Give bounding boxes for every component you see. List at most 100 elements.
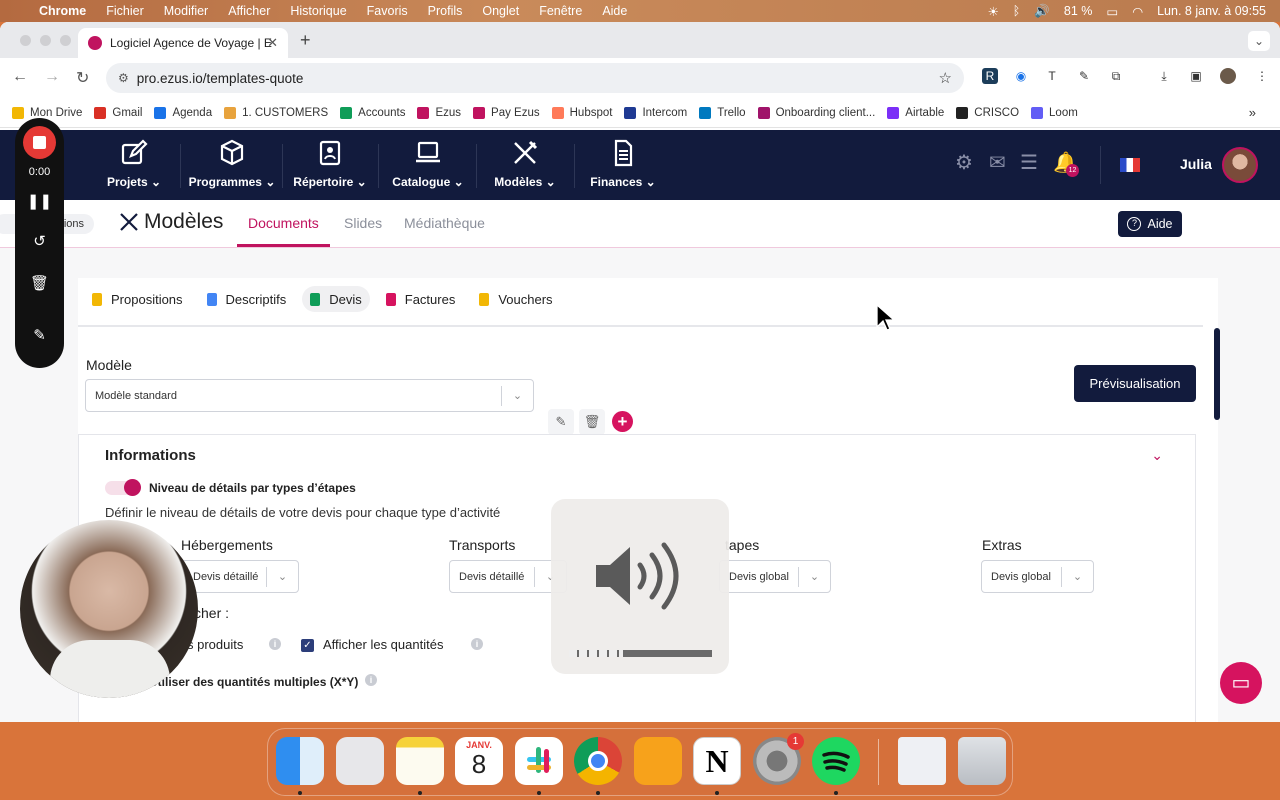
bookmark-item[interactable]: Onboarding client...: [757, 106, 875, 119]
restart-icon[interactable]: ↺: [15, 232, 64, 250]
menu-item[interactable]: Historique: [290, 4, 346, 18]
quantities-checkbox[interactable]: ✓: [301, 639, 314, 652]
mail-icon[interactable]: ✉: [989, 150, 1006, 175]
tab-mediatheque[interactable]: Médiathèque: [404, 215, 485, 231]
menu-item[interactable]: Profils: [428, 4, 463, 18]
scrollbar[interactable]: [1214, 328, 1220, 420]
doc-tab[interactable]: Factures: [378, 286, 464, 312]
menu-item[interactable]: Onglet: [482, 4, 519, 18]
bookmark-item[interactable]: CRISCO: [956, 106, 1019, 119]
doc-tab[interactable]: Vouchers: [471, 286, 560, 312]
bookmark-item[interactable]: Ezus: [417, 106, 461, 119]
download-icon[interactable]: ⤓: [1156, 68, 1172, 84]
volume-icon[interactable]: 🔊: [1034, 4, 1050, 19]
back-icon[interactable]: ←: [12, 68, 28, 86]
nav-repertoire[interactable]: Répertoire ⌄: [292, 138, 368, 189]
menu-item[interactable]: Fichier: [106, 4, 144, 18]
bookmark-item[interactable]: Gmail: [94, 106, 142, 119]
details-toggle[interactable]: [105, 479, 141, 496]
url-text[interactable]: pro.ezus.io/templates-quote: [137, 71, 304, 86]
extensions-puzzle-icon[interactable]: ⧉: [1108, 68, 1124, 84]
finder-icon[interactable]: [276, 737, 324, 785]
extension-icon[interactable]: R: [982, 68, 998, 84]
edit-model-button[interactable]: ✎: [548, 409, 574, 435]
add-model-button[interactable]: +: [612, 411, 633, 432]
extension-icon[interactable]: ◉: [1013, 68, 1029, 84]
clock[interactable]: Lun. 8 janv. à 09:55: [1157, 4, 1266, 18]
webcam-bubble[interactable]: [20, 520, 198, 698]
info-icon[interactable]: i: [471, 638, 483, 650]
brightness-icon[interactable]: ☀: [988, 4, 999, 19]
pages-icon[interactable]: [634, 737, 682, 785]
bookmark-item[interactable]: Accounts: [340, 106, 405, 119]
address-bar[interactable]: ⚙ pro.ezus.io/templates-quote ☆: [106, 63, 964, 93]
bluetooth-icon[interactable]: ᛒ: [1013, 4, 1021, 18]
menu-item[interactable]: Aide: [602, 4, 627, 18]
launchpad-icon[interactable]: [336, 737, 384, 785]
chrome-icon[interactable]: [574, 737, 622, 785]
trash-icon[interactable]: 🗑: [15, 274, 64, 292]
preview-button[interactable]: Prévisualisation: [1074, 365, 1196, 402]
profile-avatar[interactable]: [1220, 68, 1236, 84]
battery-icon[interactable]: ▭: [1106, 4, 1118, 19]
etapes-select[interactable]: Devis global ⌄: [719, 560, 831, 593]
reload-icon[interactable]: ↻: [76, 68, 89, 88]
french-flag-icon[interactable]: [1120, 158, 1140, 172]
nav-modeles[interactable]: Modèles ⌄: [490, 138, 560, 189]
hebergements-select[interactable]: Devis détaillé ⌄: [181, 560, 299, 593]
bookmark-item[interactable]: Airtable: [887, 106, 944, 119]
nav-programmes[interactable]: Programmes ⌄: [188, 138, 276, 189]
notes-icon[interactable]: [396, 737, 444, 785]
slack-icon[interactable]: [515, 737, 563, 785]
transports-select[interactable]: Devis détaillé ⌄: [449, 560, 567, 593]
tab-documents[interactable]: Documents: [237, 215, 330, 247]
sidepanel-icon[interactable]: ▣: [1188, 68, 1204, 84]
list-icon[interactable]: ☰: [1020, 150, 1038, 175]
doc-tab[interactable]: Devis: [302, 286, 370, 312]
bookmark-item[interactable]: Hubspot: [551, 106, 612, 119]
nav-finances[interactable]: Finances ⌄: [588, 138, 658, 189]
user-name[interactable]: Julia: [1180, 156, 1212, 172]
bookmark-item[interactable]: Pay Ezus: [473, 106, 540, 119]
bookmark-item[interactable]: Intercom: [624, 106, 687, 119]
more-bookmarks-icon[interactable]: »: [1249, 105, 1256, 120]
pause-icon[interactable]: ❚❚: [15, 192, 64, 210]
bookmark-item[interactable]: Trello: [699, 106, 746, 119]
bookmark-item[interactable]: 1. CUSTOMERS: [224, 106, 328, 119]
doc-tab[interactable]: Descriptifs: [199, 286, 295, 312]
new-tab-icon[interactable]: +: [300, 30, 311, 51]
collapse-chevron-icon[interactable]: ⌄: [1151, 447, 1163, 464]
pen-icon[interactable]: ✎: [15, 326, 64, 344]
bookmark-item[interactable]: Agenda: [154, 106, 212, 119]
stop-record-button[interactable]: [23, 126, 56, 159]
bookmark-star-icon[interactable]: ☆: [939, 69, 952, 87]
extension-icon[interactable]: T: [1044, 68, 1060, 84]
calendar-icon[interactable]: JANV. 8: [455, 737, 503, 785]
chat-support-button[interactable]: ▭: [1220, 662, 1262, 704]
bookmark-item[interactable]: Mon Drive: [12, 106, 82, 119]
menu-item[interactable]: Afficher: [228, 4, 270, 18]
menu-item[interactable]: Favoris: [367, 4, 408, 18]
user-avatar[interactable]: [1222, 147, 1258, 183]
zoom-window-button[interactable]: [60, 35, 71, 46]
bookmark-item[interactable]: Loom: [1031, 106, 1078, 119]
xlsx-file-icon[interactable]: [898, 737, 946, 785]
help-button[interactable]: ? Aide: [1118, 211, 1182, 237]
close-tab-icon[interactable]: ✕: [267, 35, 278, 51]
info-icon[interactable]: i: [365, 674, 377, 686]
menu-item[interactable]: Modifier: [164, 4, 208, 18]
info-icon[interactable]: i: [269, 638, 281, 650]
menu-kebab-icon[interactable]: ⋮: [1254, 68, 1270, 84]
delete-model-button[interactable]: 🗑: [579, 409, 605, 435]
site-info-icon[interactable]: ⚙: [118, 71, 129, 85]
tab-slides[interactable]: Slides: [344, 215, 382, 231]
minimize-window-button[interactable]: [40, 35, 51, 46]
doc-tab[interactable]: Propositions: [84, 286, 191, 312]
settings-gear-icon[interactable]: ⚙: [955, 150, 973, 175]
eyedropper-icon[interactable]: ✎: [1076, 68, 1092, 84]
nav-projets[interactable]: Projets ⌄: [104, 138, 164, 189]
tab-search-icon[interactable]: ⌄: [1248, 31, 1270, 51]
spotify-icon[interactable]: [812, 737, 860, 785]
model-select[interactable]: Modèle standard ⌄: [85, 379, 534, 412]
notion-icon[interactable]: N: [693, 737, 741, 785]
